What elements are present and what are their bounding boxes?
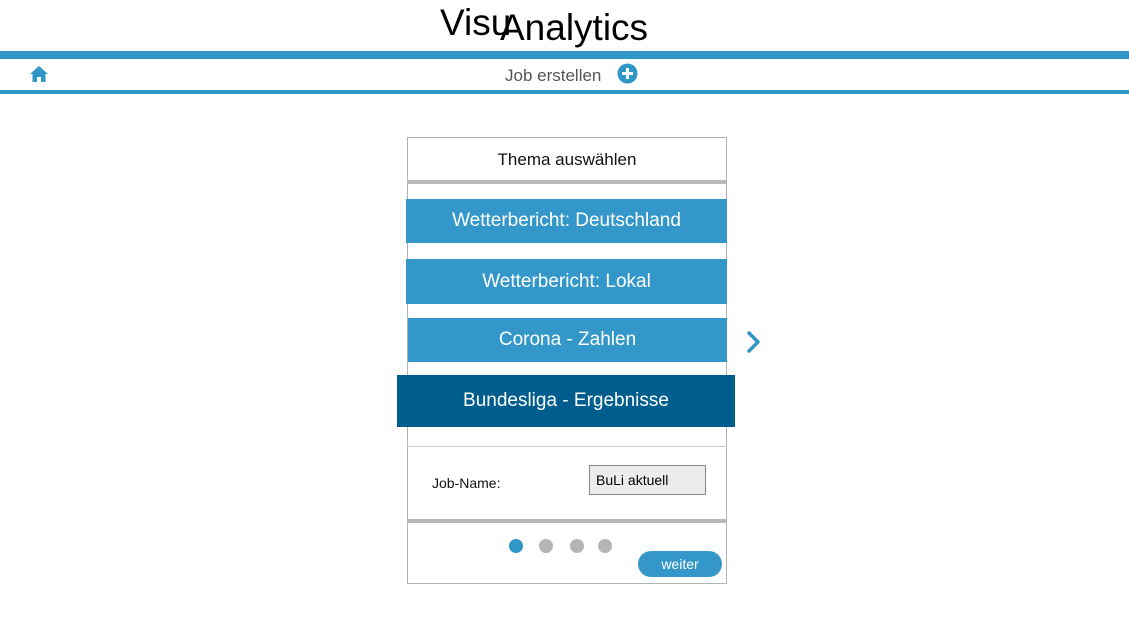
topic-label: Wetterbericht: Deutschland <box>452 210 681 231</box>
header-bar-bottom <box>0 90 1129 94</box>
job-name-input[interactable] <box>589 465 706 495</box>
topic-label: Corona - Zahlen <box>498 329 637 350</box>
card-title-separator <box>407 180 727 184</box>
pagination-dot-1[interactable] <box>509 539 523 553</box>
page-title: Job erstellen <box>505 66 602 85</box>
pagination-dot-4[interactable] <box>598 539 612 553</box>
job-name-label: Job-Name: <box>432 475 501 491</box>
pagination-dot-2[interactable] <box>539 539 553 553</box>
logo-part-analytics: Analytics <box>500 7 649 48</box>
home-icon[interactable] <box>29 64 49 84</box>
topics-separator <box>407 446 727 447</box>
topic-label: Bundesliga - Ergebnisse <box>463 390 669 411</box>
topic-bundesliga-ergebnisse[interactable]: Bundesliga - Ergebnisse <box>397 375 735 427</box>
job-separator <box>407 519 727 523</box>
pagination-dot-3[interactable] <box>570 539 584 553</box>
header-bar-top <box>0 51 1129 59</box>
card-title: Thema auswählen <box>497 150 637 169</box>
topic-wetterbericht-deutschland[interactable]: Wetterbericht: Deutschland <box>406 199 727 243</box>
page: Visu Analytics Job erstellen Thema auswä… <box>0 0 1129 637</box>
plus-circle-icon[interactable] <box>617 63 638 84</box>
topic-label: Wetterbericht: Lokal <box>482 270 651 292</box>
topic-corona-zahlen[interactable]: Corona - Zahlen <box>408 318 727 362</box>
next-button[interactable]: weiter <box>638 551 722 577</box>
chevron-right-icon[interactable] <box>744 330 764 354</box>
topic-wetterbericht-lokal[interactable]: Wetterbericht: Lokal <box>406 259 727 304</box>
next-button-label: weiter <box>661 556 699 572</box>
app-logo: Visu Analytics <box>440 0 680 50</box>
